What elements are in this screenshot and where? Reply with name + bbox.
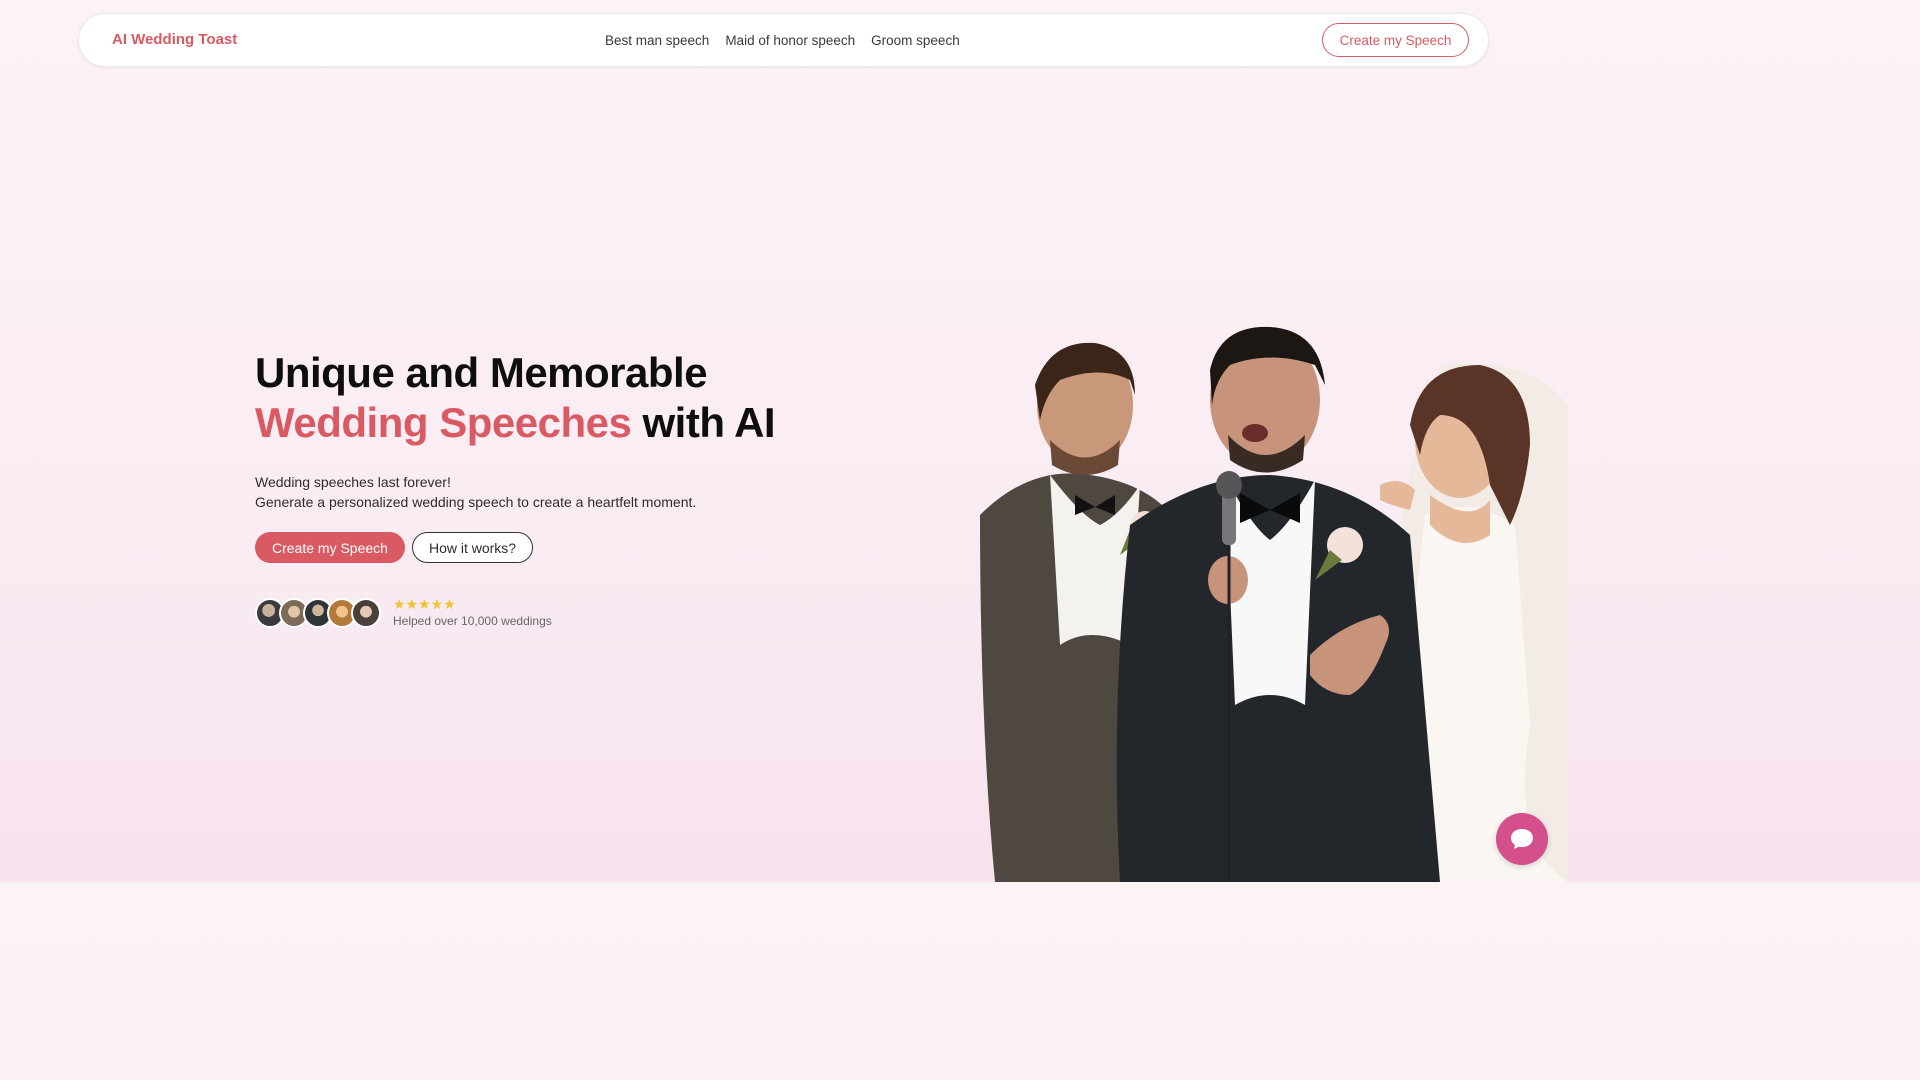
hero-section: Unique and Memorable Wedding Speeches wi… [255, 348, 855, 628]
create-speech-button[interactable]: Create my Speech [255, 532, 405, 563]
nav-link-groom[interactable]: Groom speech [871, 33, 960, 48]
nav-links: Best man speech Maid of honor speech Gro… [605, 33, 960, 48]
chat-widget-button[interactable] [1496, 813, 1548, 865]
subtitle-line2: Generate a personalized wedding speech t… [255, 494, 697, 510]
top-navbar: AI Wedding Toast Best man speech Maid of… [78, 13, 1489, 67]
wedding-party-illustration [980, 326, 1568, 882]
avatar-stack [255, 597, 381, 628]
helped-count-text: Helped over 10,000 weddings [393, 614, 552, 628]
hero-headline: Unique and Memorable Wedding Speeches wi… [255, 348, 855, 448]
social-proof: ★★★★★ Helped over 10,000 weddings [255, 597, 855, 628]
how-it-works-button[interactable]: How it works? [411, 532, 534, 563]
nav-create-speech-button[interactable]: Create my Speech [1322, 23, 1469, 57]
nav-link-best-man[interactable]: Best man speech [605, 33, 709, 48]
subtitle-line1: Wedding speeches last forever! [255, 474, 451, 490]
avatar [351, 597, 381, 628]
chat-bubble-icon [1511, 829, 1533, 849]
headline-line1: Unique and Memorable [255, 349, 708, 396]
headline-rest: with AI [631, 399, 776, 446]
headline-accent: Wedding Speeches [255, 399, 632, 446]
star-rating-icon: ★★★★★ [393, 596, 456, 612]
hero-subtitle: Wedding speeches last forever! Generate … [255, 472, 855, 512]
hero-actions: Create my Speech How it works? [255, 532, 855, 563]
nav-link-maid-of-honor[interactable]: Maid of honor speech [725, 33, 855, 48]
brand-logo[interactable]: AI Wedding Toast [112, 31, 237, 48]
rating-block: ★★★★★ Helped over 10,000 weddings [393, 597, 552, 628]
